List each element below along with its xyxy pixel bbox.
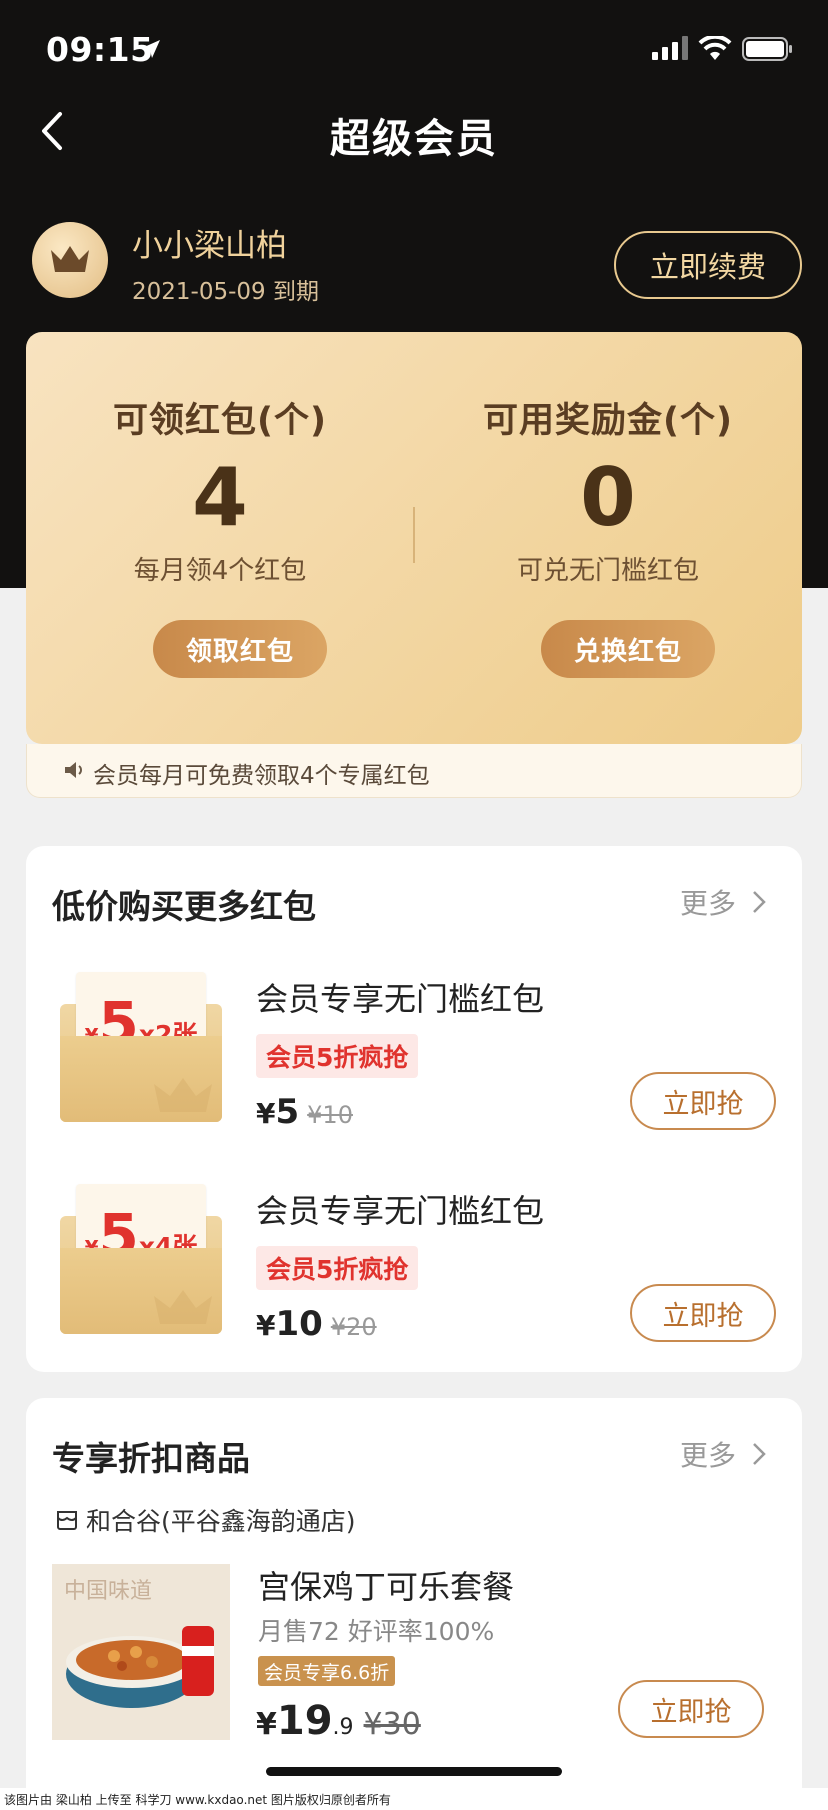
envelope-front xyxy=(60,1036,222,1122)
redpacket-sub: 每月领4个红包 xyxy=(133,556,307,586)
more-label: 更多 xyxy=(679,887,736,920)
redpacket-count-label: 可领红包(个) xyxy=(113,401,327,441)
original-price: ¥30 xyxy=(363,1707,421,1742)
product-stats: 月售72 好评率100% xyxy=(258,1617,495,1646)
wifi-icon xyxy=(698,36,732,60)
price-yen: ¥ xyxy=(256,1309,276,1342)
more-link[interactable]: 更多 xyxy=(680,1434,766,1474)
price-value: 5 xyxy=(275,1092,300,1132)
watermark-text: 该图片由 梁山柏 上传至 科学刀 www.kxdao.net 图片版权归原创者所… xyxy=(4,1793,391,1807)
discount-products-section: 专享折扣商品 更多 和合谷(平谷鑫海韵通店) 中国味道 宫保鸡丁可乐套餐 月售7… xyxy=(26,1398,802,1810)
section-title: 专享折扣商品 xyxy=(52,1439,250,1478)
speaker-icon xyxy=(65,762,82,778)
svg-text:中国味道: 中国味道 xyxy=(64,1578,152,1603)
more-label: 更多 xyxy=(679,1439,736,1472)
notice-bar: 会员每月可免费领取4个专属红包 xyxy=(26,744,802,798)
reward-sub: 可兑无门槛红包 xyxy=(516,556,699,586)
member-expire-date: 2021-05-09 到期 xyxy=(132,279,319,305)
member-name: 小小梁山柏 xyxy=(132,228,287,264)
home-indicator[interactable] xyxy=(266,1767,562,1776)
crown-watermark-icon xyxy=(154,1290,212,1324)
redpacket-count: 4 xyxy=(192,451,248,544)
chevron-right-icon xyxy=(753,891,766,913)
member-summary-card: 可领红包(个) 4 每月领4个红包 领取红包 可用奖励金(个) 0 可兑无门槛红… xyxy=(26,332,802,744)
product-title: 宫保鸡丁可乐套餐 xyxy=(258,1568,515,1606)
price-value: 10 xyxy=(275,1304,323,1344)
crown-icon xyxy=(51,246,89,272)
price-integer: 19 xyxy=(276,1698,333,1744)
store-icon xyxy=(57,1511,77,1530)
coupon-image: ¥5x4张 xyxy=(60,1176,222,1336)
section-title: 低价购买更多红包 xyxy=(52,887,316,926)
discount-tag: 会员5折疯抢 xyxy=(256,1034,419,1078)
coupon-image: ¥5x2张 xyxy=(60,964,222,1124)
battery-icon xyxy=(742,37,792,61)
price-decimal: .9 xyxy=(332,1715,354,1740)
envelope-front xyxy=(60,1248,222,1334)
status-bar: 09:15 xyxy=(0,0,828,100)
original-price: ¥10 xyxy=(307,1101,353,1129)
product-image[interactable]: 中国味道 xyxy=(52,1564,230,1740)
reward-count-label: 可用奖励金(个) xyxy=(483,401,733,441)
original-price: ¥20 xyxy=(330,1313,377,1341)
crown-watermark-icon xyxy=(154,1078,212,1112)
shop-name[interactable]: 和合谷(平谷鑫海韵通店) xyxy=(56,1502,356,1538)
cellular-signal-icon xyxy=(652,36,688,60)
reward-count: 0 xyxy=(580,451,636,544)
coupon-title: 会员专享无门槛红包 xyxy=(256,1192,545,1230)
claim-redpacket-button[interactable]: 领取红包 xyxy=(153,620,327,678)
notice-text: 会员每月可免费领取4个专属红包 xyxy=(93,763,430,789)
page-title: 超级会员 xyxy=(330,116,498,162)
coupon-item: ¥5x4张 会员专享无门槛红包 会员5折疯抢 ¥10¥20 立即抢 xyxy=(26,1176,802,1356)
member-discount-tag: 会员专享6.6折 xyxy=(258,1656,396,1686)
coupon-price: ¥5 ¥10 xyxy=(256,1092,353,1132)
member-avatar xyxy=(32,222,108,298)
chevron-right-icon xyxy=(753,1443,766,1465)
price-yen: ¥ xyxy=(256,1097,276,1130)
coupon-item: ¥5x2张 会员专享无门槛红包 会员5折疯抢 ¥5¥10 立即抢 xyxy=(26,964,802,1144)
more-link[interactable]: 更多 xyxy=(680,882,766,922)
price-yen: ¥ xyxy=(256,1707,277,1742)
food-bowl-image: 中国味道 xyxy=(52,1564,230,1740)
discount-tag: 会员5折疯抢 xyxy=(256,1246,419,1290)
coupon-price: ¥10 ¥20 xyxy=(256,1304,377,1344)
status-time: 09:15 xyxy=(46,30,154,69)
watermark-footer: 该图片由 梁山柏 上传至 科学刀 www.kxdao.net 图片版权归原创者所… xyxy=(0,1788,828,1810)
grab-button[interactable]: 立即抢 xyxy=(618,1680,764,1738)
buy-redpacket-section: 低价购买更多红包 更多 ¥5x2张 会员专享无门槛红包 会员5折疯抢 ¥5¥10… xyxy=(26,846,802,1372)
exchange-redpacket-button[interactable]: 兑换红包 xyxy=(541,620,715,678)
coupon-title: 会员专享无门槛红包 xyxy=(256,980,545,1018)
product-price: ¥19.9 ¥30 xyxy=(256,1698,421,1744)
shop-label: 和合谷(平谷鑫海韵通店) xyxy=(86,1507,356,1536)
renew-button[interactable]: 立即续费 xyxy=(614,231,802,299)
grab-button[interactable]: 立即抢 xyxy=(630,1072,776,1130)
grab-button[interactable]: 立即抢 xyxy=(630,1284,776,1342)
location-arrow-icon xyxy=(142,40,160,58)
